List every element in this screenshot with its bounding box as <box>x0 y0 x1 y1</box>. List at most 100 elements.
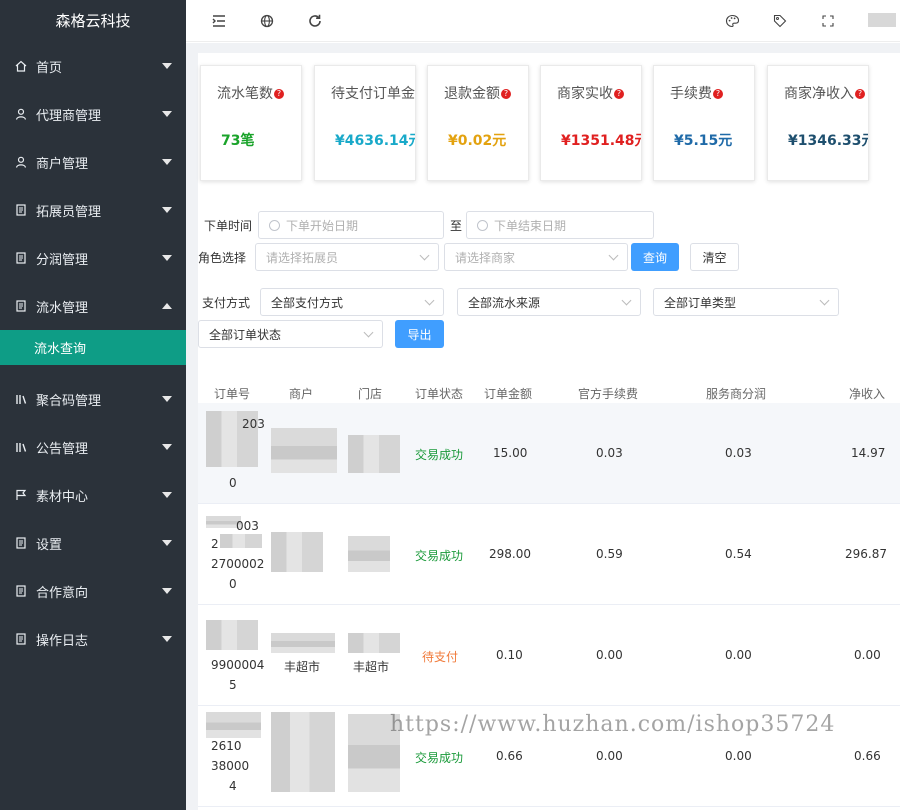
home-icon <box>14 59 28 73</box>
sidebar-item-label: 设置 <box>36 537 63 553</box>
top-bar <box>186 0 900 42</box>
column-header-status[interactable]: 订单状态 <box>415 385 463 402</box>
order-no-line: 9900004 <box>211 658 265 672</box>
chevron-down-icon <box>162 255 172 261</box>
chevron-down-icon <box>162 159 172 165</box>
sidebar-item-label: 流水管理 <box>36 300 89 316</box>
sidebar-item-materials[interactable]: 素材中心 <box>0 471 186 519</box>
expander-select[interactable]: 请选择拓展员 <box>255 243 439 271</box>
stat-label: 手续费? <box>670 83 723 103</box>
sidebar-item-label: 公告管理 <box>36 441 89 457</box>
clear-button[interactable]: 清空 <box>690 243 739 271</box>
order-no-line: 2 <box>211 537 219 551</box>
provider-share: 0.00 <box>725 648 752 662</box>
order-amount: 298.00 <box>489 547 531 561</box>
column-header-provider-share[interactable]: 服务商分润 <box>706 385 766 402</box>
stat-card-transaction-count: 流水笔数? 73笔 <box>200 65 302 181</box>
stat-card-net-income: 商家净收入? ¥1346.33元 <box>767 65 869 181</box>
column-header-merchant[interactable]: 商户 <box>289 385 313 402</box>
net-income: 14.97 <box>851 446 886 460</box>
column-header-order-no[interactable]: 订单号 <box>214 385 250 402</box>
refresh-icon[interactable] <box>306 12 324 30</box>
official-fee: 0.00 <box>596 648 623 662</box>
sidebar-item-profit-share[interactable]: 分润管理 <box>0 234 186 282</box>
end-date-input[interactable]: 下单结束日期 <box>466 211 654 239</box>
order-amount: 0.66 <box>496 749 523 763</box>
column-header-net-income[interactable]: 净收入 <box>849 385 885 402</box>
table-row[interactable]: 9900004 5 丰超市 丰超市 待支付 0.10 0.00 0.00 0.0… <box>198 605 900 706</box>
chevron-down-icon <box>363 327 374 338</box>
sidebar-item-label: 聚合码管理 <box>36 393 102 409</box>
sidebar-subitem-transaction-query[interactable]: 流水查询 <box>0 330 186 365</box>
sidebar-item-home[interactable]: 首页 <box>0 42 186 90</box>
order-no-line: 5 <box>229 678 237 692</box>
redacted-mosaic <box>220 534 262 548</box>
provider-share: 0.54 <box>725 547 752 561</box>
chevron-down-icon <box>621 295 632 306</box>
sidebar-item-label: 商户管理 <box>36 156 89 172</box>
provider-share: 0.00 <box>725 749 752 763</box>
tag-icon[interactable] <box>771 12 789 30</box>
start-date-input[interactable]: 下单开始日期 <box>258 211 444 239</box>
query-button[interactable]: 查询 <box>631 243 679 271</box>
stat-label: 待支付订单金额 <box>331 86 415 102</box>
order-status: 待支付 <box>422 650 459 664</box>
official-fee: 0.59 <box>596 547 623 561</box>
order-no-line: 2610 <box>211 739 242 753</box>
globe-icon[interactable] <box>258 12 276 30</box>
sidebar: 森格云科技 首页 代理商管理 商户管理 拓展员管理 分润管理 流水管理 流水查询… <box>0 0 186 810</box>
column-header-amount[interactable]: 订单金额 <box>484 385 532 402</box>
table-row[interactable]: 203 0 交易成功 15.00 0.03 0.03 14.97 <box>198 403 900 504</box>
merchant-name: 丰超市 <box>284 660 321 674</box>
pay-method-select[interactable]: 全部支付方式 <box>260 288 444 316</box>
sidebar-item-expanders[interactable]: 拓展员管理 <box>0 186 186 234</box>
redacted-mosaic <box>271 428 337 473</box>
date-range-separator: 至 <box>450 219 463 233</box>
store-name: 丰超市 <box>353 660 390 674</box>
help-icon[interactable]: ? <box>855 89 865 99</box>
watermark: https://www.huzhan.com/ishop35724 <box>390 712 836 737</box>
order-amount: 15.00 <box>493 446 528 460</box>
sidebar-item-label: 首页 <box>36 60 63 76</box>
redacted-mosaic <box>348 435 400 473</box>
main-content: 流水笔数? 73笔 待支付订单金额 ¥4636.14元 退款金额? ¥0.02元… <box>186 43 900 810</box>
fullscreen-icon[interactable] <box>819 12 837 30</box>
sidebar-item-operation-log[interactable]: 操作日志 <box>0 615 186 663</box>
avatar[interactable] <box>868 13 896 27</box>
help-icon[interactable]: ? <box>713 89 723 99</box>
column-header-official-fee[interactable]: 官方手续费 <box>578 385 638 402</box>
merchant-select[interactable]: 请选择商家 <box>444 243 628 271</box>
brand-title: 森格云科技 <box>55 12 131 30</box>
sidebar-item-announcements[interactable]: 公告管理 <box>0 423 186 471</box>
order-no-line: 203 <box>242 417 265 431</box>
sidebar-item-agents[interactable]: 代理商管理 <box>0 90 186 138</box>
redacted-mosaic <box>206 620 258 650</box>
help-icon[interactable]: ? <box>501 89 511 99</box>
flag-icon <box>14 488 28 502</box>
pay-method-label: 支付方式 <box>202 296 251 310</box>
doc-icon <box>14 251 28 265</box>
menu-collapse-icon[interactable] <box>210 12 228 30</box>
sidebar-item-label: 操作日志 <box>36 633 89 649</box>
palette-icon[interactable] <box>723 12 741 30</box>
doc-icon <box>14 584 28 598</box>
stat-value: ¥1351.48元 <box>561 133 642 149</box>
order-no-line: 0 <box>229 577 237 591</box>
sidebar-item-settings[interactable]: 设置 <box>0 519 186 567</box>
sidebar-item-cooperation[interactable]: 合作意向 <box>0 567 186 615</box>
column-header-store[interactable]: 门店 <box>358 385 382 402</box>
export-button[interactable]: 导出 <box>395 320 444 348</box>
sidebar-item-aggregate-codes[interactable]: 聚合码管理 <box>0 375 186 423</box>
sidebar-item-label: 代理商管理 <box>36 108 102 124</box>
source-select[interactable]: 全部流水来源 <box>457 288 641 316</box>
order-type-select[interactable]: 全部订单类型 <box>653 288 839 316</box>
sidebar-item-transactions[interactable]: 流水管理 <box>0 282 186 330</box>
sidebar-item-merchants[interactable]: 商户管理 <box>0 138 186 186</box>
help-icon[interactable]: ? <box>614 89 624 99</box>
order-status-select[interactable]: 全部订单状态 <box>198 320 383 348</box>
net-income: 0.66 <box>854 749 881 763</box>
stat-label: 退款金额? <box>444 83 511 103</box>
chevron-down-icon <box>162 63 172 69</box>
help-icon[interactable]: ? <box>274 89 284 99</box>
table-row[interactable]: 003 2 2700002 0 交易成功 298.00 0.59 0.54 29… <box>198 504 900 605</box>
